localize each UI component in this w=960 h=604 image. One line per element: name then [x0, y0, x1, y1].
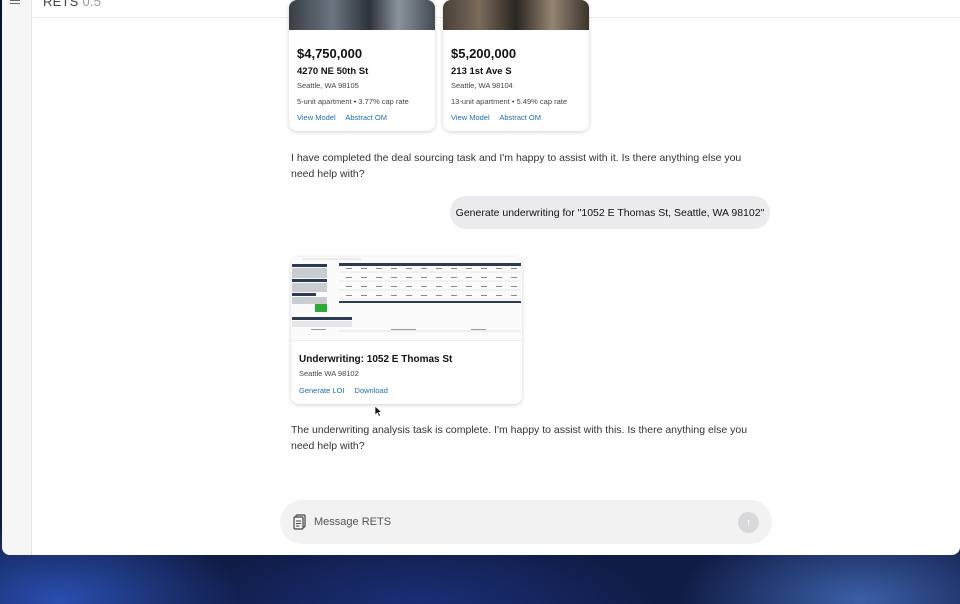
app-name: RETS — [43, 0, 79, 9]
underwriting-title: Underwriting: 1052 E Thomas St — [299, 354, 453, 365]
send-button[interactable]: ↑ — [738, 512, 759, 533]
mouse-cursor-icon — [374, 405, 383, 417]
menu-icon[interactable] — [10, 0, 20, 4]
document-icon[interactable] — [293, 514, 307, 530]
property-card[interactable]: $4,750,000 4270 NE 50th St Seattle, WA 9… — [289, 0, 435, 131]
property-address: 4270 NE 50th St — [297, 66, 369, 77]
app-title: RETS 0.5 — [43, 0, 101, 9]
card-links: Generate LOI Download — [299, 386, 396, 395]
download-link[interactable]: Download — [355, 386, 388, 395]
spreadsheet-preview — [291, 257, 522, 341]
user-message-text: Generate underwriting for "1052 E Thomas… — [455, 206, 765, 219]
message-input[interactable] — [314, 510, 714, 534]
property-details: 13-unit apartment • 5.49% cap rate — [451, 97, 568, 106]
property-price: $4,750,000 — [297, 46, 363, 61]
card-links: View Model Abstract OM — [451, 113, 549, 122]
app-version: 0.5 — [82, 0, 102, 9]
property-details: 5-unit apartment • 3.77% cap rate — [297, 97, 409, 106]
abstract-om-link[interactable]: Abstract OM — [499, 113, 541, 122]
spreadsheet-thumbnail-icon — [291, 257, 522, 340]
property-photo — [443, 0, 589, 30]
view-model-link[interactable]: View Model — [451, 113, 490, 122]
assistant-message: The underwriting analysis task is comple… — [291, 424, 748, 452]
abstract-om-link[interactable]: Abstract OM — [345, 113, 387, 122]
app-window: RETS 0.5 $4,750,000 4270 NE 50th St Seatt… — [2, 0, 960, 555]
property-photo — [289, 0, 435, 30]
up-arrow-icon: ↑ — [745, 516, 752, 529]
property-address: 213 1st Ave S — [451, 66, 512, 77]
message-composer: ↑ — [280, 500, 772, 544]
property-card[interactable]: $5,200,000 213 1st Ave S Seattle, WA 981… — [443, 0, 589, 131]
property-city: Seattle, WA 98105 — [297, 81, 359, 90]
view-model-link[interactable]: View Model — [297, 113, 336, 122]
generate-loi-link[interactable]: Generate LOI — [299, 386, 344, 395]
underwriting-subtitle: Seattle WA 98102 — [299, 369, 359, 378]
left-rail — [2, 0, 32, 555]
property-price: $5,200,000 — [451, 46, 517, 61]
card-links: View Model Abstract OM — [297, 113, 395, 122]
assistant-message: I have completed the deal sourcing task … — [291, 152, 742, 180]
user-message: Generate underwriting for "1052 E Thomas… — [450, 196, 770, 229]
property-city: Seattle, WA 98104 — [451, 81, 513, 90]
underwriting-card[interactable]: Underwriting: 1052 E Thomas St Seattle W… — [291, 257, 522, 404]
